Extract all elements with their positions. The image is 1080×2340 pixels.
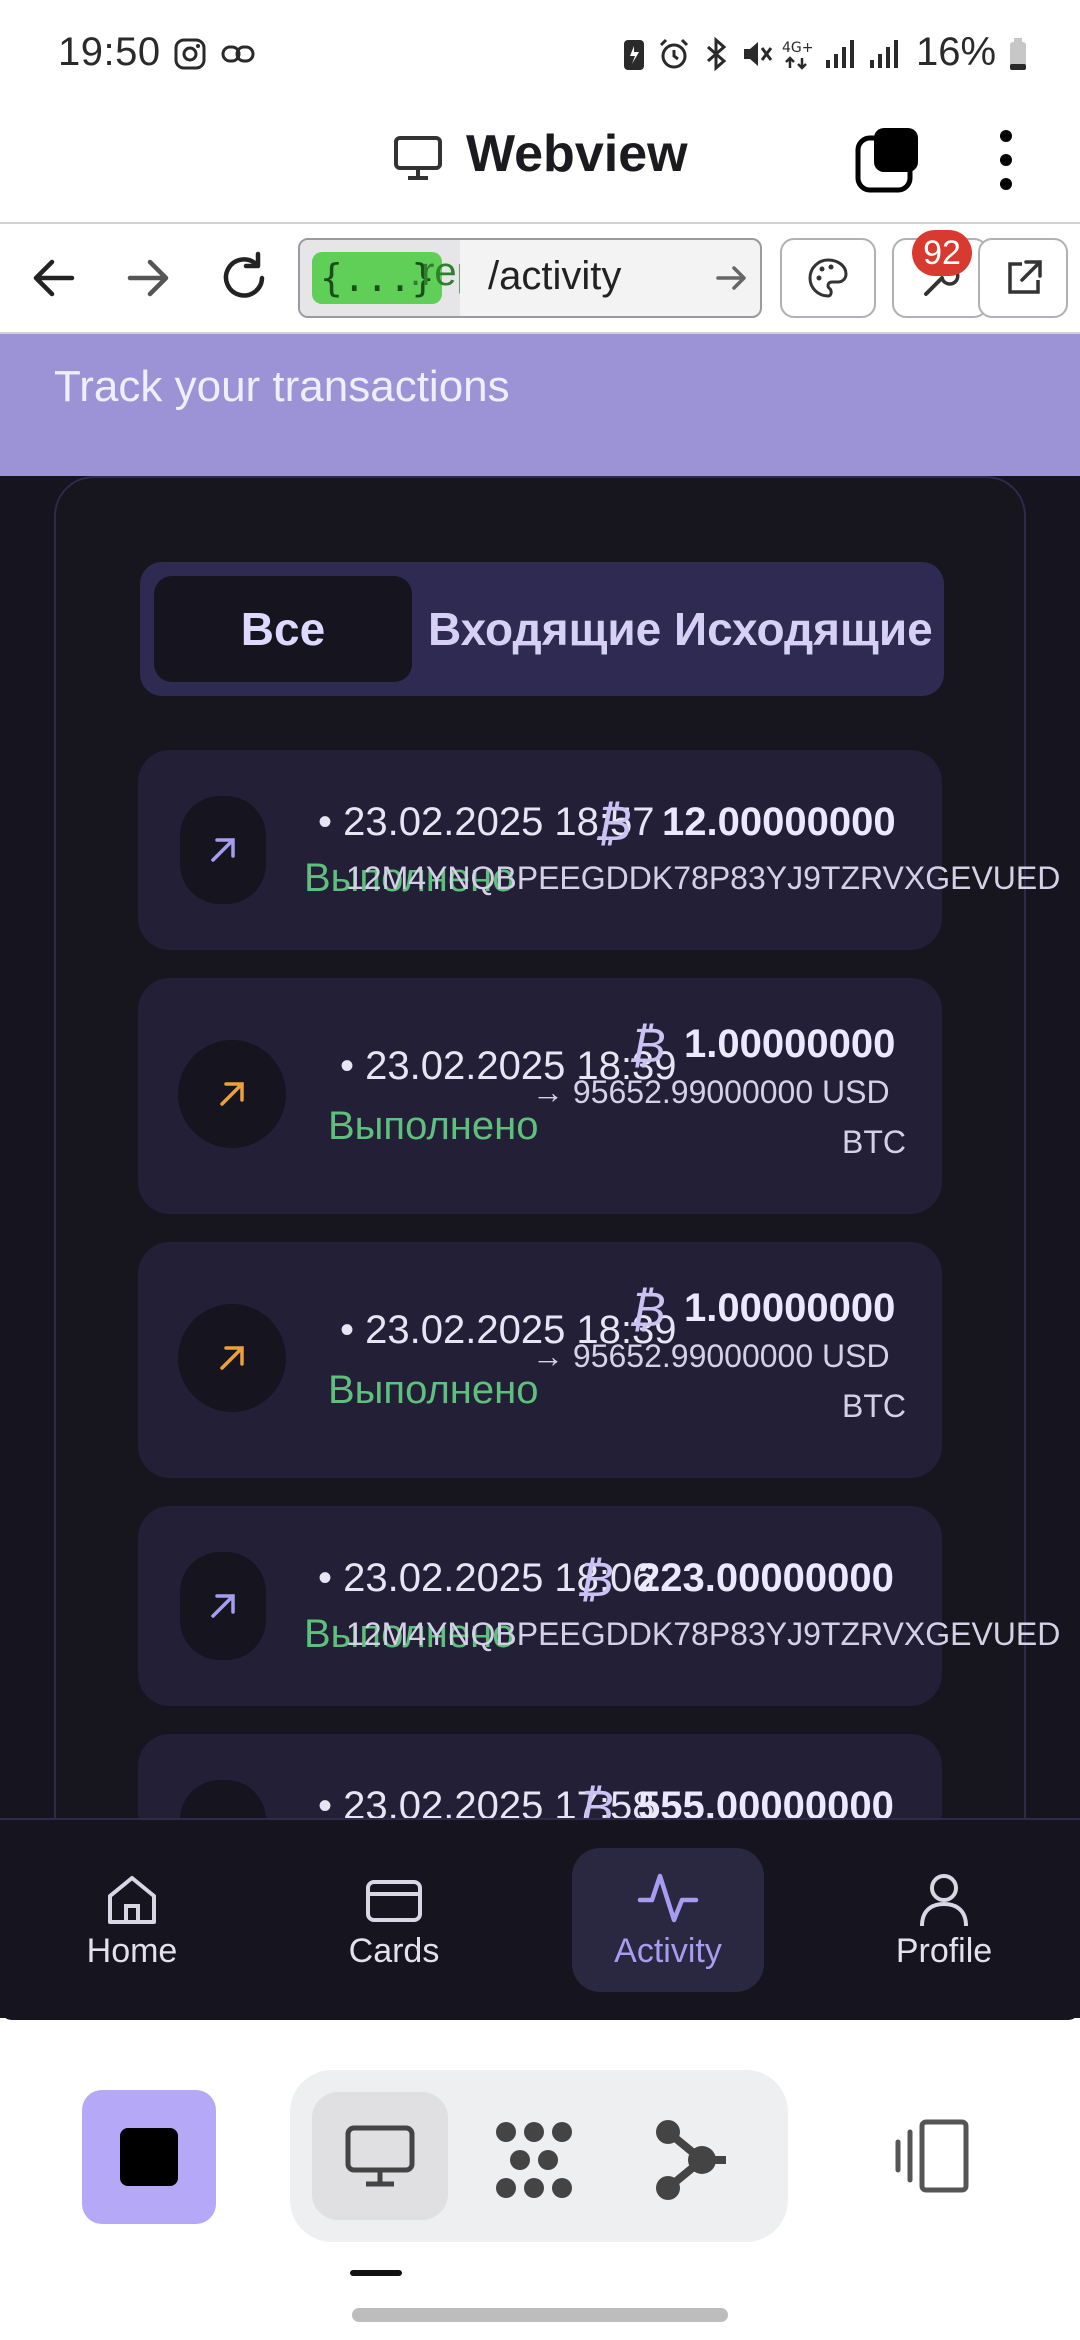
bluetooth-icon [707,36,727,72]
desktop-view-button[interactable] [312,2092,448,2220]
rotate-device-icon[interactable] [890,2116,974,2196]
transaction-exchange-currency: BTC [842,1388,906,1424]
nav-profile[interactable]: Profile [848,1840,1040,1990]
open-external-icon [1008,260,1042,294]
transaction-exchange-value: → 95652.99000000 USD [532,1074,890,1110]
url-origin[interactable]: {...} .rep [300,240,460,316]
transaction-address: 12M4YNQBPEEGDDK78P83YJ9TZRVXGEVUED [346,1616,1061,1652]
battery-icon [1010,38,1026,70]
alarm-icon [659,38,689,69]
tabs-icon[interactable] [852,124,924,196]
transaction-card[interactable]: • 23.02.2025 18:39 Выполнено ₿ 1.0000000… [138,978,942,1214]
devtools-badge: 92 [912,230,972,276]
tab-all[interactable]: Все [154,576,412,682]
arrow-up-right-icon [220,1346,244,1370]
4g-icon: 4G+ [782,40,814,70]
transaction-card[interactable]: • 23.02.2025 18:39 Выполнено ₿ 1.0000000… [138,1242,942,1478]
tab-outgoing[interactable]: Исходящие [674,576,933,682]
transaction-amount: 1.00000000 [684,1022,896,1066]
btc-icon: ₿ [594,796,632,852]
open-external-button[interactable] [978,238,1068,318]
go-arrow-icon[interactable] [708,254,756,302]
battery-percentage: 16% [916,30,997,74]
page-subtitle: Track your transactions [54,362,510,411]
transaction-icon-badge [178,1304,286,1412]
mute-icon [744,42,773,66]
transaction-status: Выполнено [328,1104,539,1148]
graph-icon[interactable] [650,2116,730,2204]
transaction-status: Выполнено [328,1368,539,1412]
transaction-card[interactable]: • 23.02.2025 18:57 Выполнено ₿ 12.000000… [138,750,1060,950]
more-vert-icon[interactable] [988,124,1024,196]
back-arrow-icon[interactable] [24,248,84,308]
btc-icon: ₿ [576,1552,614,1608]
transaction-card[interactable]: • 23.02.2025 18:06 Выполнено ₿ 223.00000… [138,1506,1060,1706]
transaction-exchange-currency: BTC [842,1124,906,1160]
arrow-up-right-icon [211,838,235,862]
signal-icon [870,40,898,68]
transaction-exchange-value: → 95652.99000000 USD [532,1338,890,1374]
svg-text:4G+: 4G+ [782,40,814,56]
card-icon [366,1880,422,1922]
user-icon [920,1874,968,1927]
stop-button[interactable] [82,2090,216,2224]
transaction-amount: 12.00000000 [662,800,896,844]
url-bar[interactable]: {...} .rep /activity [298,238,762,318]
link-icon [221,45,255,63]
transaction-icon-badge [180,796,266,904]
nav-cards[interactable]: Cards [298,1840,490,1990]
nav-profile-label: Profile [895,1932,993,1970]
nav-activity-label: Activity [614,1932,722,1970]
arrow-up-right-icon [211,1594,235,1618]
tab-incoming[interactable]: Входящие [428,576,661,682]
instagram-icon [174,38,206,70]
nav-cards-label: Cards [348,1932,440,1970]
transaction-icon-badge [178,1040,286,1148]
btc-icon: ₿ [628,1018,666,1074]
arrow-up-right-icon [220,1082,244,1106]
signal-icon [826,40,854,68]
nav-home-label: Home [86,1932,178,1970]
status-time: 19:50 [58,30,161,74]
webview-title: Webview [466,125,688,183]
url-path[interactable]: /activity [488,254,621,299]
monitor-icon [394,136,442,180]
monitor-icon [345,2125,415,2187]
transaction-icon-badge [180,1552,266,1660]
battery-saver-icon [624,40,644,70]
btc-icon: ₿ [628,1282,666,1338]
transaction-amount: 1.00000000 [684,1286,896,1330]
active-view-indicator [350,2270,402,2276]
nav-home[interactable]: Home [36,1840,228,1990]
url-origin-text: .rep [410,250,460,294]
pattern-icon[interactable] [490,2116,578,2204]
transaction-amount: 223.00000000 [638,1556,894,1600]
stop-icon [120,2128,178,2186]
theme-button[interactable] [780,238,876,318]
forward-arrow-icon[interactable] [118,248,178,308]
home-icon [108,1876,156,1924]
activity-icon [637,1873,699,1923]
filter-tabs: Все Входящие Исходящие [140,562,944,696]
transaction-address: 12M4YNQBPEEGDDK78P83YJ9TZRVXGEVUED [346,860,1061,896]
activity-content[interactable]: Все Входящие Исходящие • 23.02.2025 18:5… [0,476,1080,2018]
palette-icon [808,258,848,298]
view-mode-group [290,2070,788,2242]
home-gesture-handle[interactable] [352,2308,728,2322]
nav-activity[interactable]: Activity [572,1840,764,1990]
reload-icon[interactable] [214,248,274,308]
